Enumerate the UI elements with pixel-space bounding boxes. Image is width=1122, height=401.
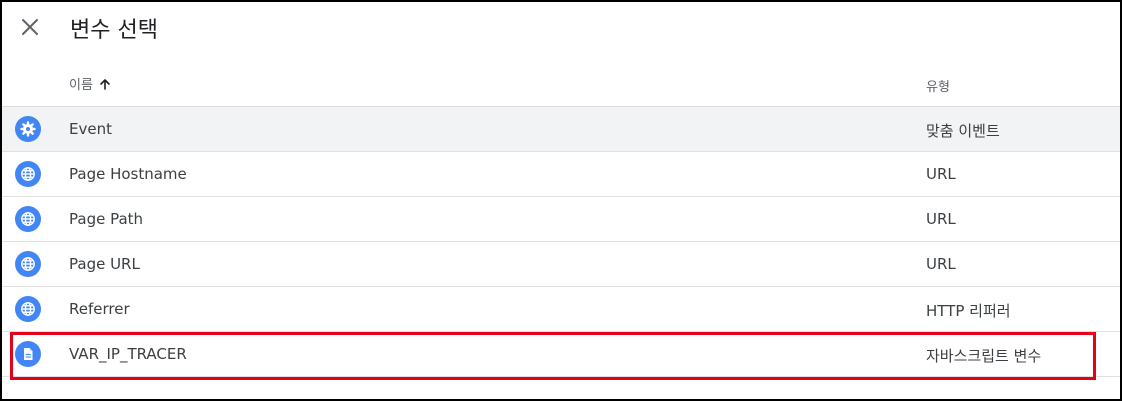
table-row[interactable]: Event 맞춤 이벤트 <box>2 107 1120 152</box>
table-header: 이름 유형 <box>2 62 1120 107</box>
gear-icon <box>15 116 41 142</box>
variable-name: Event <box>69 120 112 138</box>
type-column-header[interactable]: 유형 <box>926 76 950 95</box>
close-icon <box>22 19 38 35</box>
variable-name: Page URL <box>69 255 140 273</box>
globe-icon <box>15 161 41 187</box>
dialog-title: 변수 선택 <box>70 18 158 43</box>
name-column-header[interactable]: 이름 <box>69 74 111 93</box>
table-row[interactable]: Page URL URL <box>2 242 1120 287</box>
variable-type: 맞춤 이벤트 <box>926 122 1000 140</box>
variable-type: 자바스크립트 변수 <box>926 347 1042 365</box>
variable-select-dialog: 변수 선택 이름 유형 Event 맞춤 이벤트 Page Hostname U… <box>0 0 1122 401</box>
document-icon <box>15 341 41 367</box>
dialog-header: 변수 선택 <box>2 2 1120 57</box>
variable-name: VAR_IP_TRACER <box>69 345 187 363</box>
globe-icon <box>15 206 41 232</box>
table-row[interactable]: Referrer HTTP 리퍼러 <box>2 287 1120 332</box>
variable-list: Event 맞춤 이벤트 Page Hostname URL Page Path… <box>2 107 1120 377</box>
variable-type: HTTP 리퍼러 <box>926 302 1011 320</box>
variable-type: URL <box>926 255 956 273</box>
name-column-label: 이름 <box>69 78 93 93</box>
globe-icon <box>15 251 41 277</box>
variable-name: Referrer <box>69 300 130 318</box>
globe-icon <box>15 296 41 322</box>
variable-name: Page Hostname <box>69 165 187 183</box>
variable-type: URL <box>926 210 956 228</box>
variable-name: Page Path <box>69 210 144 228</box>
table-row[interactable]: VAR_IP_TRACER 자바스크립트 변수 <box>2 332 1120 377</box>
close-button[interactable] <box>17 14 43 40</box>
arrow-up-icon <box>100 78 110 90</box>
table-row[interactable]: Page Hostname URL <box>2 152 1120 197</box>
table-row[interactable]: Page Path URL <box>2 197 1120 242</box>
variable-type: URL <box>926 165 956 183</box>
